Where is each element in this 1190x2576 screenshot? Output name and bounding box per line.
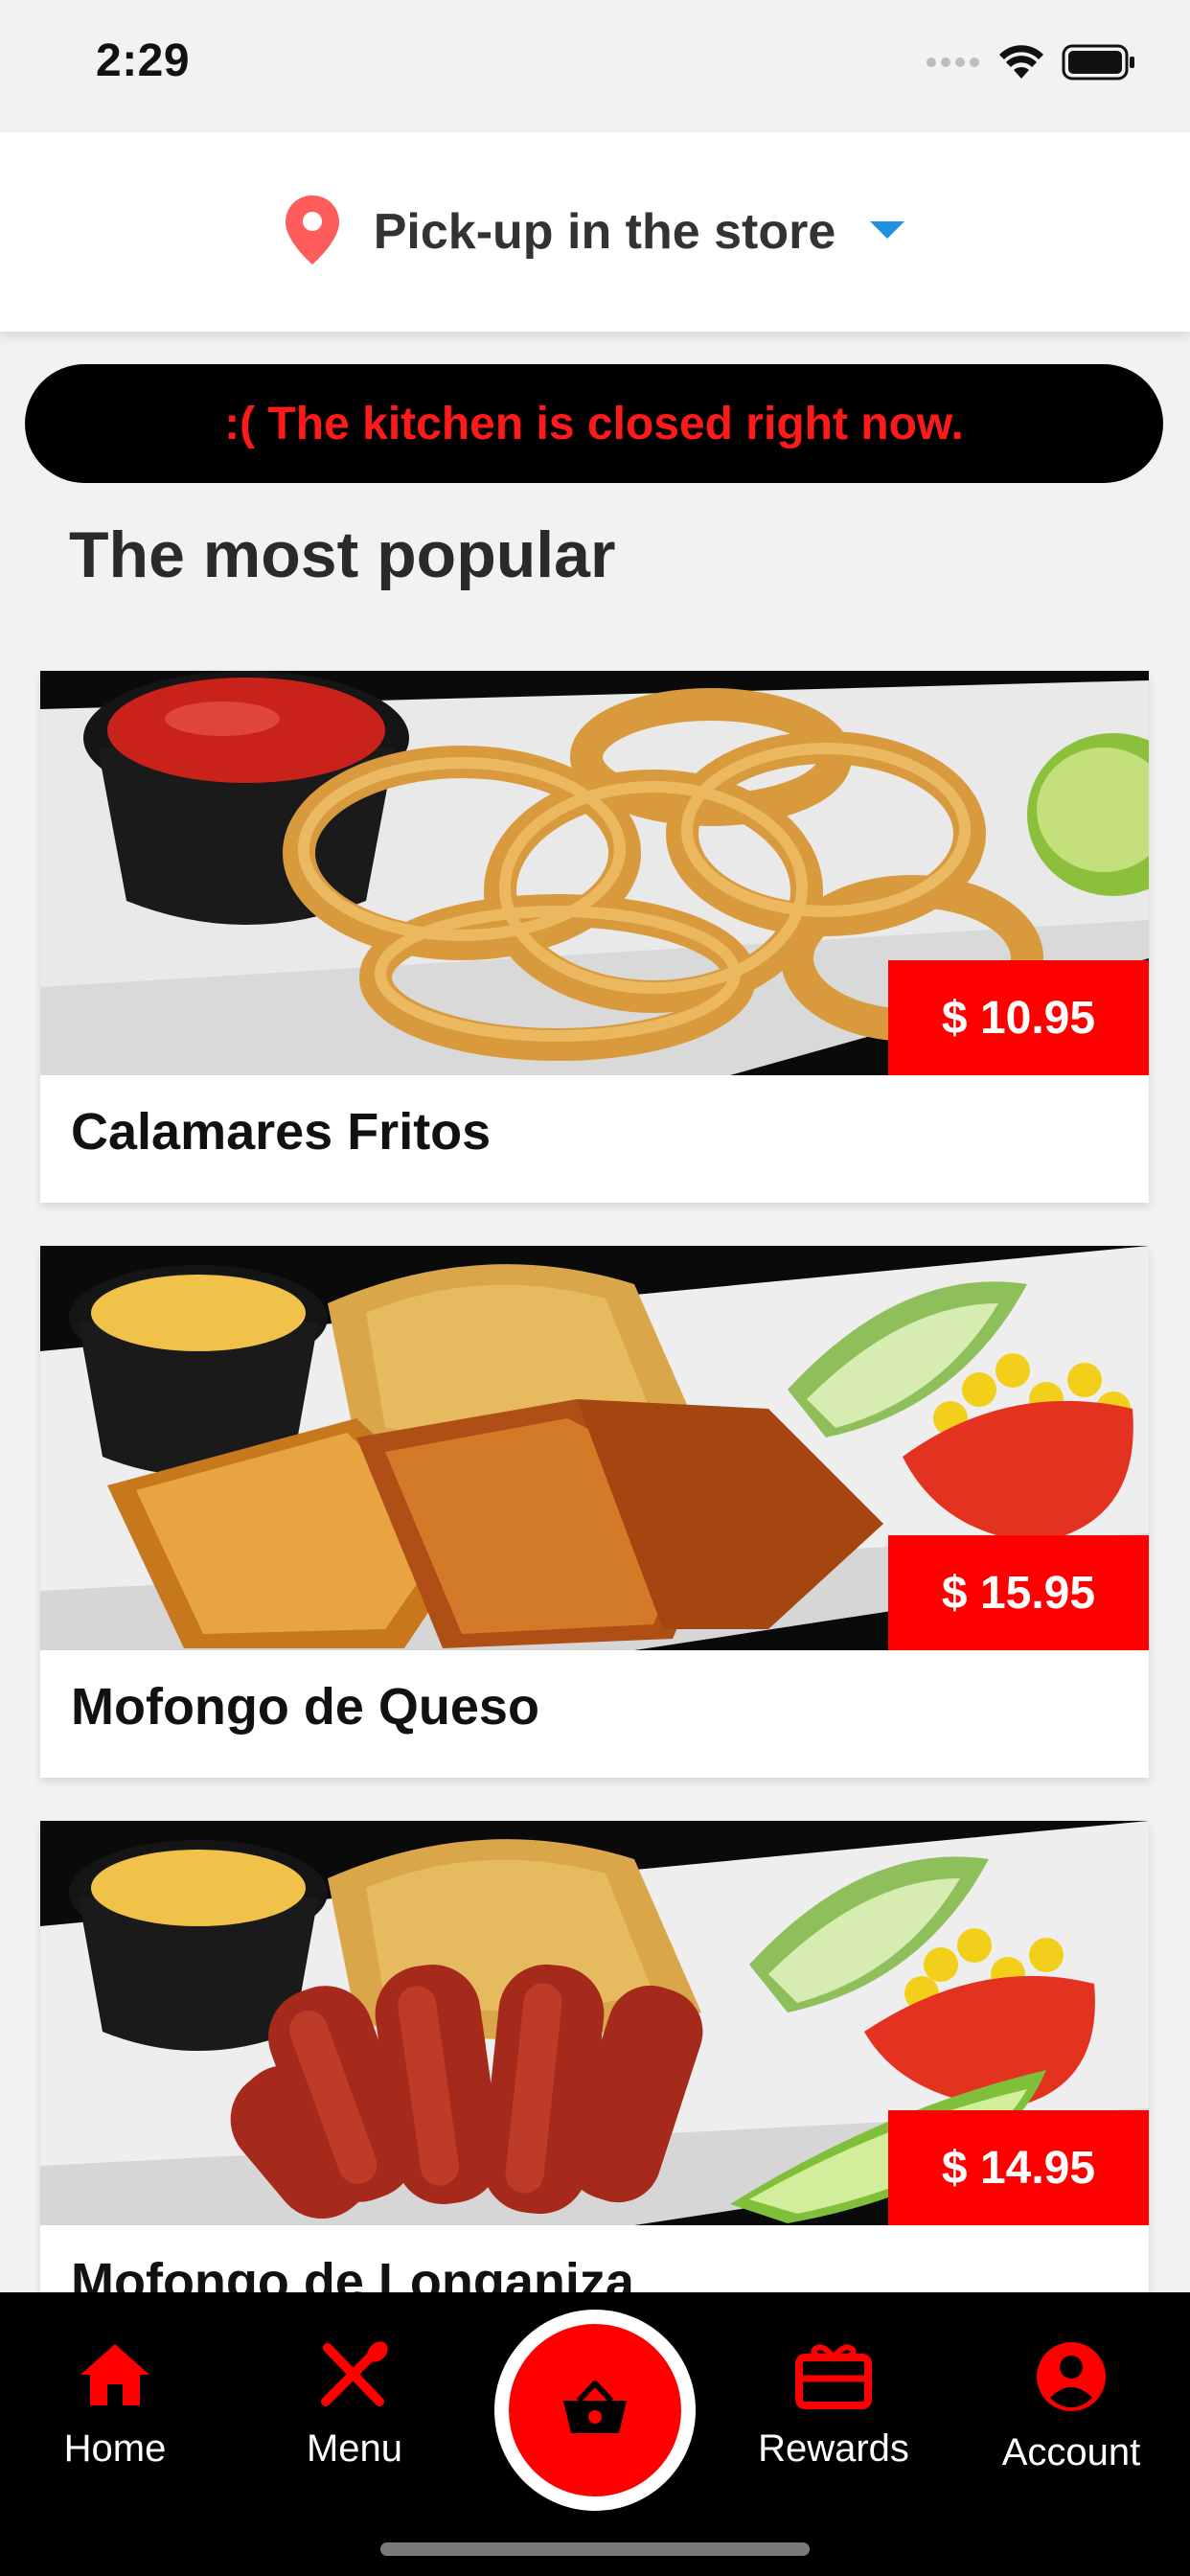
- product-price: $ 14.95: [941, 2142, 1096, 2194]
- price-tag: $ 15.95: [888, 1535, 1149, 1650]
- product-name: Calamares Fritos: [71, 1103, 492, 1161]
- nav-rewards[interactable]: Rewards: [738, 2340, 929, 2494]
- nav-account-label: Account: [1001, 2431, 1141, 2473]
- utensils-icon: [316, 2340, 393, 2414]
- kitchen-closed-message: :( The kitchen is closed right now.: [224, 398, 964, 449]
- nav-menu[interactable]: Menu: [259, 2340, 450, 2494]
- nav-home[interactable]: Home: [19, 2340, 211, 2494]
- status-bar: 2:29: [0, 0, 1190, 132]
- home-icon: [77, 2340, 153, 2414]
- price-tag: $ 10.95: [888, 960, 1149, 1075]
- cellular-signal-icon: [926, 55, 981, 75]
- product-price: $ 10.95: [941, 992, 1096, 1044]
- battery-icon: [1062, 44, 1136, 85]
- account-icon: [1033, 2340, 1110, 2418]
- product-card-calamares[interactable]: $ 10.95 Calamares Fritos: [40, 671, 1149, 1203]
- nav-rewards-label: Rewards: [758, 2427, 909, 2470]
- gift-card-icon: [795, 2340, 872, 2414]
- nav-menu-label: Menu: [306, 2427, 403, 2470]
- section-title: The most popular: [69, 518, 616, 591]
- product-card-mofongo-longaniza[interactable]: $ 14.95 Mofongo de Longaniza: [40, 1821, 1149, 2353]
- cart-button[interactable]: [494, 2310, 696, 2511]
- home-indicator[interactable]: [380, 2542, 810, 2556]
- product-name: Mofongo de Queso: [71, 1678, 539, 1736]
- basket-icon: [561, 2380, 629, 2442]
- bottom-navigation: Home Menu Rewards Account: [0, 2292, 1190, 2576]
- nav-home-label: Home: [63, 2427, 167, 2470]
- price-tag: $ 14.95: [888, 2110, 1149, 2225]
- status-icons: [926, 44, 1136, 85]
- nav-account[interactable]: Account: [975, 2340, 1167, 2494]
- product-price: $ 15.95: [941, 1567, 1096, 1619]
- delivery-mode-header[interactable]: Pick-up in the store: [0, 132, 1190, 332]
- kitchen-closed-banner: :( The kitchen is closed right now.: [25, 364, 1163, 483]
- location-pin-icon: [284, 194, 341, 271]
- delivery-mode-label: Pick-up in the store: [373, 204, 836, 260]
- wifi-icon: [998, 44, 1044, 85]
- product-card-mofongo-queso[interactable]: $ 15.95 Mofongo de Queso: [40, 1246, 1149, 1778]
- status-time: 2:29: [96, 35, 191, 86]
- triangle-down-icon[interactable]: [868, 219, 906, 245]
